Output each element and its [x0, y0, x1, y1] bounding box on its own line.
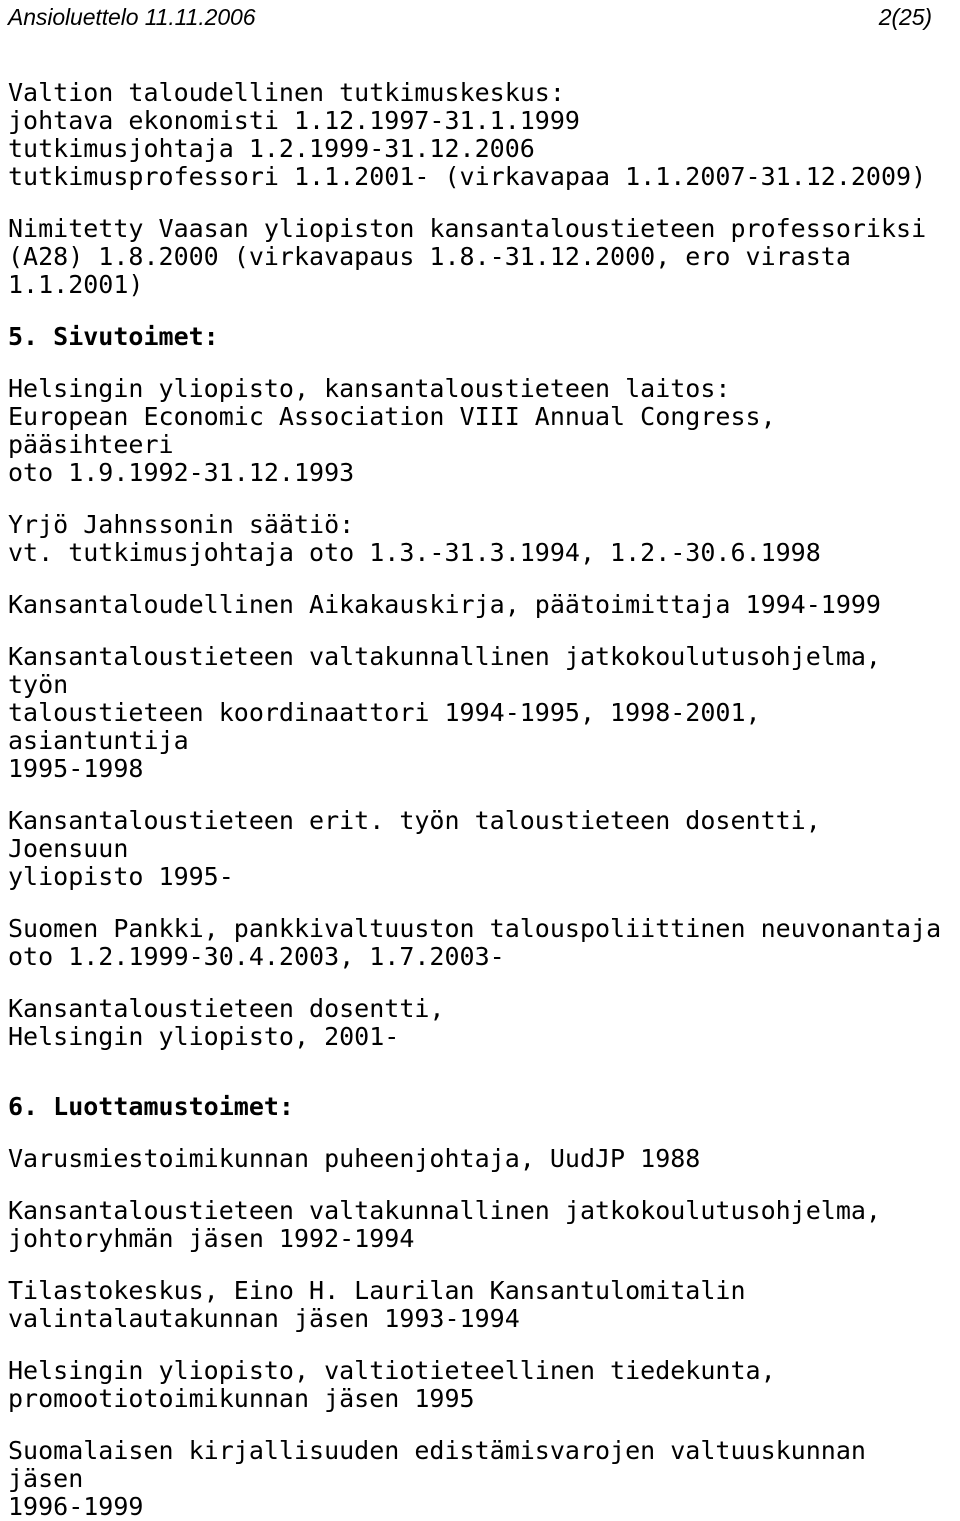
jatkokoulutusohjelma-johtoryhma: Kansantaloustieteen valtakunnallinen jat… [8, 1196, 881, 1253]
section-5-heading: 5. Sivutoimet: [8, 322, 219, 351]
jatkokoulutusohjelma-koordinaattori: Kansantaloustieteen valtakunnallinen jat… [8, 642, 881, 783]
document-page: Ansioluettelo 11.11.2006 2(25) Valtion t… [0, 0, 960, 1521]
vatt-positions: Valtion taloudellinen tutkimuskeskus: jo… [8, 78, 927, 191]
page-number: 2(25) [878, 4, 932, 30]
document-body: Valtion taloudellinen tutkimuskeskus: jo… [8, 79, 952, 1521]
yrjo-jahnsson: Yrjö Jahnssonin säätiö: vt. tutkimusjoht… [8, 510, 821, 567]
kansantaloudellinen-aikakauskirja: Kansantaloudellinen Aikakauskirja, pääto… [8, 590, 881, 619]
helsinki-dosentti: Kansantaloustieteen dosentti, Helsingin … [8, 994, 445, 1051]
joensuu-dosentti: Kansantaloustieteen erit. työn taloustie… [8, 806, 821, 891]
page-header: Ansioluettelo 11.11.2006 2(25) [8, 4, 932, 34]
section-6-heading: 6. Luottamustoimet: [8, 1092, 294, 1121]
vaasa-appointment: Nimitetty Vaasan yliopiston kansantalous… [8, 214, 927, 299]
tilastokeskus: Tilastokeskus, Eino H. Laurilan Kansantu… [8, 1276, 746, 1333]
helsinki-eea: Helsingin yliopisto, kansantaloustieteen… [8, 374, 776, 487]
suomen-pankki: Suomen Pankki, pankkivaltuuston talouspo… [8, 914, 942, 971]
promootiotoimikunta: Helsingin yliopisto, valtiotieteellinen … [8, 1356, 776, 1413]
varusmiestoimikunta: Varusmiestoimikunnan puheenjohtaja, UudJ… [8, 1144, 701, 1173]
kirjallisuuden-edistamisvarat: Suomalaisen kirjallisuuden edistämisvaro… [8, 1436, 866, 1521]
document-title: Ansioluettelo 11.11.2006 [8, 4, 256, 30]
